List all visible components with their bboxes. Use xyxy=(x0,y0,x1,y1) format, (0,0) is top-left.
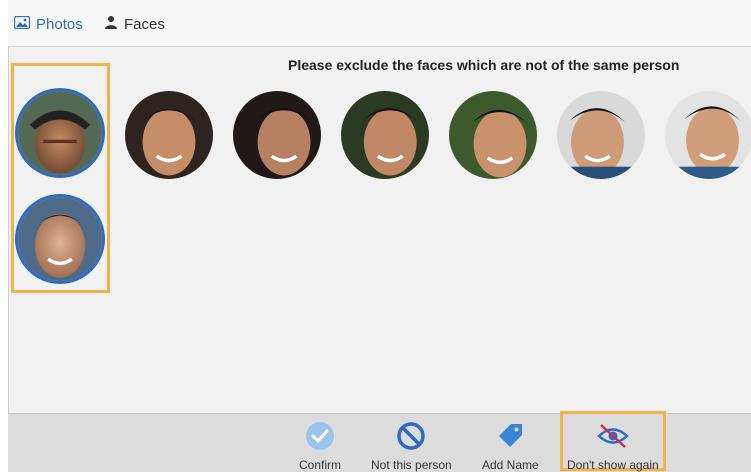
candidate-face-6[interactable] xyxy=(665,91,751,179)
confirm-label: Confirm xyxy=(299,458,342,472)
confirm-button[interactable]: Confirm xyxy=(299,420,341,472)
dont-show-again-button[interactable]: Don't show again xyxy=(567,420,659,472)
add-name-button[interactable]: Add Name xyxy=(482,420,539,472)
dont-show-again-label: Don't show again xyxy=(567,458,659,472)
selected-face-1[interactable] xyxy=(18,91,102,175)
tab-photos[interactable]: Photos xyxy=(13,12,83,36)
photo-icon xyxy=(13,15,31,33)
candidate-face-2[interactable] xyxy=(233,91,321,179)
selected-face-2[interactable] xyxy=(18,197,102,281)
add-name-label: Add Name xyxy=(482,458,539,472)
instruction-text: Please exclude the faces which are not o… xyxy=(288,57,680,73)
tag-icon xyxy=(494,420,526,452)
candidate-face-4[interactable] xyxy=(449,91,537,179)
not-this-person-label: Not this person xyxy=(371,458,452,472)
prohibited-icon xyxy=(395,420,427,452)
person-icon xyxy=(104,15,118,33)
candidate-face-3[interactable] xyxy=(341,91,429,179)
eye-off-icon xyxy=(597,420,629,452)
not-this-person-button[interactable]: Not this person xyxy=(371,420,452,472)
tab-photos-label: Photos xyxy=(36,15,83,33)
candidate-face-5[interactable] xyxy=(557,91,645,179)
candidate-face-1[interactable] xyxy=(125,91,213,179)
tab-faces-label: Faces xyxy=(124,15,165,33)
checkmark-icon xyxy=(304,420,336,452)
tab-faces[interactable]: Faces xyxy=(104,12,165,36)
